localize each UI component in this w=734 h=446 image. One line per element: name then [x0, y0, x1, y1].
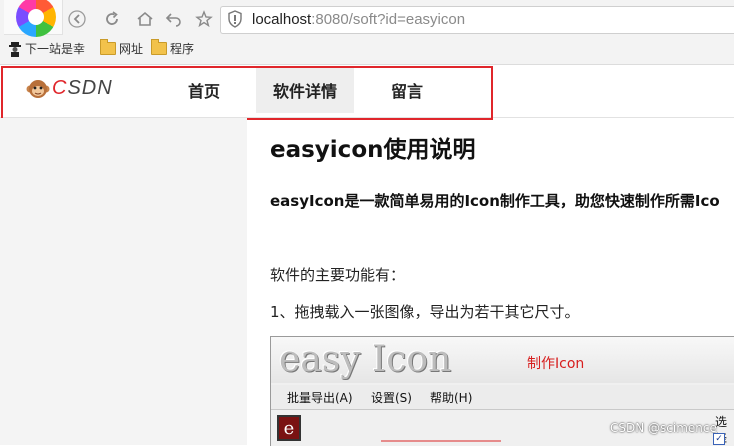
menu-help: 帮助(H): [430, 391, 473, 405]
undo-icon: [165, 13, 181, 27]
back-button[interactable]: [66, 8, 88, 30]
figure-icon: [9, 41, 21, 57]
home-button[interactable]: [134, 8, 156, 30]
app-logo: easy Icon: [279, 339, 452, 380]
article-intro: easyIcon是一款简单易用的Icon制作工具，助您快速制作所需Ico: [270, 192, 720, 210]
make-icon-label: 制作Icon: [527, 356, 585, 372]
home-icon: [137, 11, 153, 26]
menu-batch-export: 批量导出(A): [287, 391, 353, 405]
url-text: localhost:8080/soft?id=easyicon: [252, 11, 465, 28]
browser-toolbar: localhost:8080/soft?id=easyicon 下一站是幸 网址…: [0, 0, 734, 65]
bookmark-label: 程序: [170, 42, 195, 56]
feature-item: 1、拖拽载入一张图像，导出为若干其它尺寸。: [270, 303, 580, 321]
bookmarks-bar: 下一站是幸 网址 程序: [0, 38, 734, 60]
reload-button[interactable]: [101, 8, 123, 30]
bookmark-folder[interactable]: 程序: [151, 39, 195, 57]
app-e-icon: e: [277, 415, 301, 441]
bookmark-folder[interactable]: 网址: [100, 39, 144, 57]
app-banner: easy Icon 制作Icon: [271, 337, 734, 383]
partial-red-text: [381, 440, 501, 442]
star-icon: [195, 10, 213, 28]
favorite-button[interactable]: [193, 8, 215, 30]
features-heading: 软件的主要功能有：: [270, 266, 406, 284]
shield-icon: [228, 10, 242, 28]
reload-icon: [106, 11, 118, 25]
article-title: easyicon使用说明: [270, 137, 476, 163]
app-menubar: 批量导出(A) 设置(S) 帮助(H): [271, 385, 734, 410]
bookmark-label: 下一站是幸: [25, 42, 86, 56]
browser-logo-badge: [4, 0, 63, 37]
header-highlight-box: [1, 66, 493, 120]
undo-close-button[interactable]: [163, 8, 185, 30]
folder-icon: [151, 39, 167, 55]
bookmark-item[interactable]: 下一站是幸: [8, 40, 85, 57]
url-path: :8080/soft?id=easyicon: [311, 11, 466, 28]
arrow-left-icon: [68, 10, 86, 28]
browser-logo-icon: [16, 0, 56, 37]
bookmark-label: 网址: [119, 42, 144, 56]
watermark: CSDN @scimence: [610, 421, 717, 435]
address-bar[interactable]: localhost:8080/soft?id=easyicon: [220, 6, 734, 34]
folder-icon: [100, 39, 116, 55]
url-host: localhost: [252, 11, 312, 28]
left-sidebar: [0, 118, 247, 445]
menu-settings: 设置(S): [371, 391, 412, 405]
